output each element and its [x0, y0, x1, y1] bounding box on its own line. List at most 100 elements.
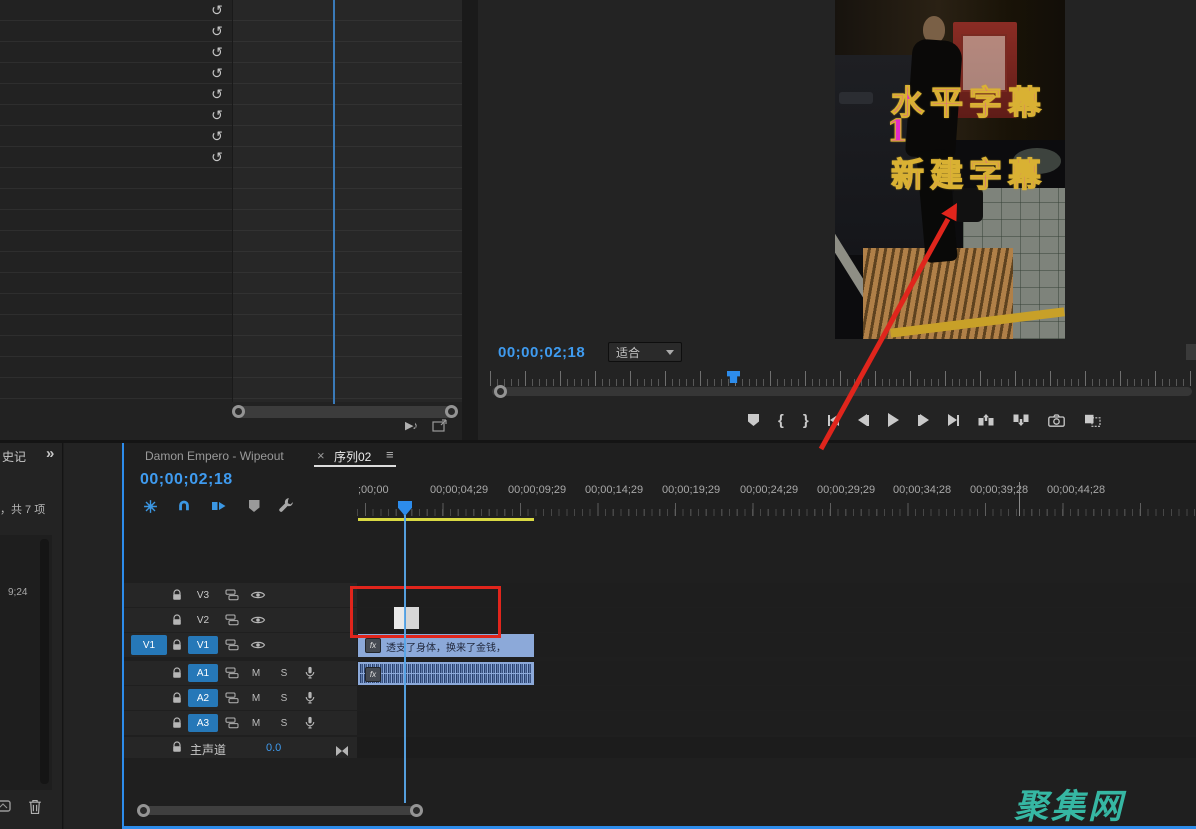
- track-label-a1[interactable]: A1: [188, 664, 218, 682]
- nest-insert-icon[interactable]: [141, 497, 159, 515]
- scroll-handle[interactable]: [494, 385, 507, 398]
- eye-icon[interactable]: [250, 590, 266, 600]
- add-marker-button[interactable]: [748, 410, 759, 430]
- lift-button[interactable]: [978, 410, 994, 430]
- mute-button[interactable]: M: [248, 690, 264, 706]
- reset-parameter-icon[interactable]: ↺: [208, 85, 226, 103]
- timeline-playhead-line: [404, 515, 406, 803]
- audio-clip-a1[interactable]: fx: [358, 662, 534, 685]
- mark-in-button[interactable]: {: [778, 410, 784, 430]
- program-zoom-scrollbar[interactable]: [492, 387, 1192, 396]
- reset-parameter-icon[interactable]: ↺: [208, 43, 226, 61]
- lock-icon[interactable]: [172, 667, 182, 679]
- audio-waveform: [360, 664, 532, 673]
- track-content-a3[interactable]: [357, 711, 1196, 735]
- timeline-ruler[interactable]: [357, 503, 1196, 516]
- scroll-handle[interactable]: [410, 804, 423, 817]
- play-button[interactable]: [888, 410, 899, 430]
- subtitle-overlay-line2: 1: [887, 114, 914, 149]
- reset-parameter-icon[interactable]: ↺: [208, 1, 226, 19]
- track-content-a2[interactable]: [357, 686, 1196, 710]
- ruler-label: 00;00;34;28: [893, 484, 951, 496]
- program-timecode[interactable]: 00;00;02;18: [498, 344, 585, 361]
- timeline-timecode[interactable]: 00;00;02;18: [140, 471, 233, 489]
- watermark-text: 聚集网: [1014, 779, 1125, 828]
- track-label-a3[interactable]: A3: [188, 714, 218, 732]
- master-keyframe-icon[interactable]: [336, 743, 348, 761]
- reset-parameter-icon[interactable]: ↺: [208, 64, 226, 82]
- add-marker-icon[interactable]: [245, 497, 263, 515]
- go-to-out-button[interactable]: [948, 410, 959, 430]
- track-sync-icon[interactable]: [225, 717, 239, 729]
- play-audio-icon[interactable]: ▶♪: [405, 419, 417, 432]
- snap-magnet-icon[interactable]: [175, 497, 193, 515]
- lock-icon[interactable]: [172, 614, 182, 626]
- zoom-level-dropdown[interactable]: 适合: [608, 342, 682, 362]
- panel-overflow-chevron[interactable]: »: [46, 445, 54, 462]
- new-item-icon[interactable]: [0, 800, 11, 812]
- eye-icon[interactable]: [250, 640, 266, 650]
- track-label-a2[interactable]: A2: [188, 689, 218, 707]
- vertical-scrollbar[interactable]: [40, 539, 49, 784]
- track-label-v3[interactable]: V3: [188, 586, 218, 604]
- timeline-horizontal-scrollbar[interactable]: [141, 806, 419, 815]
- effect-controls-panel: ↺ ↺ ↺ ↺ ↺ ↺ ↺ ↺ ▶♪: [0, 0, 462, 440]
- toggle-effects-icon[interactable]: [432, 419, 448, 432]
- lock-icon[interactable]: [172, 692, 182, 704]
- extract-button[interactable]: [1013, 410, 1029, 430]
- mute-button[interactable]: M: [248, 665, 264, 681]
- track-label-v2[interactable]: V2: [188, 611, 218, 629]
- step-back-button[interactable]: [858, 410, 869, 430]
- linked-selection-icon[interactable]: [209, 497, 227, 515]
- eye-icon[interactable]: [250, 615, 266, 625]
- fx-badge: fx: [365, 638, 381, 653]
- mic-icon[interactable]: [305, 666, 315, 679]
- track-header-v1: V1 V1: [124, 633, 357, 657]
- reset-parameter-icon[interactable]: ↺: [208, 127, 226, 145]
- tab-sequence-02[interactable]: 序列02: [334, 448, 371, 465]
- mark-out-button[interactable]: }: [803, 410, 809, 430]
- reset-parameter-icon[interactable]: ↺: [208, 148, 226, 166]
- subtitle-overlay-line1: 水平字幕: [891, 76, 1047, 124]
- scroll-handle[interactable]: [232, 405, 245, 418]
- solo-button[interactable]: S: [276, 715, 292, 731]
- lock-icon[interactable]: [172, 589, 182, 601]
- tab-damon-empero[interactable]: Damon Empero - Wipeout: [145, 449, 284, 463]
- track-sync-icon[interactable]: [225, 692, 239, 704]
- export-frame-button[interactable]: [1048, 410, 1065, 430]
- timeline-settings-wrench-icon[interactable]: [277, 496, 295, 514]
- solo-button[interactable]: S: [276, 665, 292, 681]
- program-monitor-panel: 水平字幕 1 新建字幕 00;00;02;18 适合 { }: [478, 0, 1196, 440]
- lock-icon[interactable]: [172, 717, 182, 729]
- panel-title: 史记: [2, 448, 26, 465]
- effect-zoom-scrollbar[interactable]: [234, 406, 456, 418]
- tools-panel: |↔| T: [64, 443, 122, 829]
- track-content-master[interactable]: [357, 737, 1196, 758]
- track-sync-icon[interactable]: [225, 639, 239, 651]
- reset-parameter-icon[interactable]: ↺: [208, 106, 226, 124]
- scroll-handle[interactable]: [137, 804, 150, 817]
- comparison-view-button[interactable]: [1084, 410, 1101, 430]
- track-label-v1[interactable]: V1: [188, 636, 218, 654]
- lock-icon[interactable]: [172, 741, 182, 753]
- panel-menu-icon[interactable]: ≡: [386, 447, 394, 462]
- lock-icon[interactable]: [172, 639, 182, 651]
- tab-close-icon[interactable]: ×: [317, 448, 325, 463]
- go-to-in-button[interactable]: [828, 410, 839, 430]
- panel-corner-widget: [1186, 344, 1196, 360]
- track-sync-icon[interactable]: [225, 667, 239, 679]
- source-patch-v1[interactable]: V1: [131, 635, 167, 655]
- track-sync-icon[interactable]: [225, 614, 239, 626]
- effect-playhead-line[interactable]: [333, 0, 335, 404]
- mic-icon[interactable]: [305, 691, 315, 704]
- program-scrub-ruler[interactable]: [490, 371, 1192, 386]
- mic-icon[interactable]: [305, 716, 315, 729]
- step-forward-button[interactable]: [918, 410, 929, 430]
- trash-icon[interactable]: [28, 799, 42, 815]
- master-level-value[interactable]: 0.0: [266, 742, 281, 754]
- mute-button[interactable]: M: [248, 715, 264, 731]
- reset-parameter-icon[interactable]: ↺: [208, 22, 226, 40]
- scroll-handle[interactable]: [445, 405, 458, 418]
- track-sync-icon[interactable]: [225, 589, 239, 601]
- solo-button[interactable]: S: [276, 690, 292, 706]
